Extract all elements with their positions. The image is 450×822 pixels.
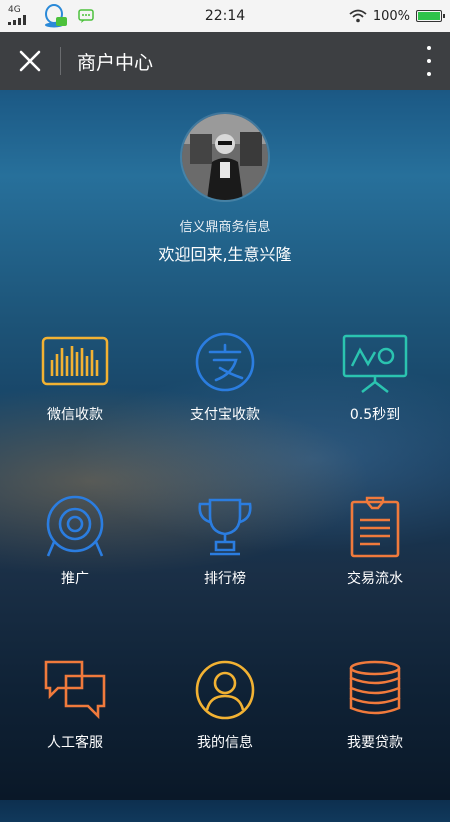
coin-stack-icon xyxy=(349,660,401,715)
presentation-board-icon xyxy=(342,334,408,393)
menu-item-my-info[interactable]: 我的信息 xyxy=(150,658,300,822)
status-bar: 4G 22:14 100% xyxy=(0,0,450,32)
menu-item-label: 我要贷款 xyxy=(347,735,403,751)
shop-name: 信义鼎商务信息 xyxy=(179,220,271,235)
wechat-collect-icon xyxy=(41,336,109,386)
title-divider xyxy=(60,47,61,75)
battery-fill xyxy=(418,12,440,20)
alipay-icon xyxy=(195,332,255,392)
menu-item-label: 排行榜 xyxy=(204,571,246,587)
wifi-icon xyxy=(349,9,367,23)
menu-item-alipay[interactable]: 支付宝收款 xyxy=(150,330,300,494)
target-icon xyxy=(46,495,104,557)
menu-item-label: 0.5秒到 xyxy=(349,407,401,423)
more-dot xyxy=(427,46,431,50)
menu-item-label: 交易流水 xyxy=(347,571,403,587)
close-button[interactable] xyxy=(0,32,60,90)
menu-item-loan[interactable]: 我要贷款 xyxy=(300,658,450,822)
clipboard-icon xyxy=(350,496,400,558)
chat-bubbles-icon xyxy=(44,660,106,720)
menu-item-transactions[interactable]: 交易流水 xyxy=(300,494,450,658)
battery-icon xyxy=(416,10,445,22)
welcome-message: 欢迎回来,生意兴隆 xyxy=(158,245,292,264)
battery-percent: 100% xyxy=(372,8,410,24)
menu-item-label: 微信收款 xyxy=(47,407,103,423)
menu-item-promotion[interactable]: 推广 xyxy=(0,494,150,658)
more-options-button[interactable] xyxy=(422,46,436,76)
page-title: 商户中心 xyxy=(77,51,154,74)
trophy-icon xyxy=(198,498,252,556)
menu-item-label: 推广 xyxy=(61,571,89,587)
status-right: 100% xyxy=(349,8,445,24)
menu-item-label: 人工客服 xyxy=(47,735,103,751)
menu-item-wechat-collect[interactable]: 微信收款 xyxy=(0,330,150,494)
profile-section: 信义鼎商务信息 欢迎回来,生意兴隆 xyxy=(0,112,450,265)
menu-item-leaderboard[interactable]: 排行榜 xyxy=(150,494,300,658)
menu-item-label: 支付宝收款 xyxy=(190,407,260,423)
user-profile-icon xyxy=(195,660,255,720)
menu-item-customer-service[interactable]: 人工客服 xyxy=(0,658,150,822)
menu-grid: 微信收款 支付宝收款 0.5秒到 推广 排行榜 交易流水 人工客服 我的信息 我… xyxy=(0,330,450,822)
avatar-image xyxy=(182,114,268,200)
title-bar: 商户中心 xyxy=(0,32,450,90)
menu-item-label: 我的信息 xyxy=(197,735,253,751)
avatar[interactable] xyxy=(180,112,270,202)
menu-item-half-second-arrival[interactable]: 0.5秒到 xyxy=(300,330,450,494)
more-dot xyxy=(427,72,431,76)
close-icon xyxy=(19,50,41,72)
more-dot xyxy=(427,59,431,63)
